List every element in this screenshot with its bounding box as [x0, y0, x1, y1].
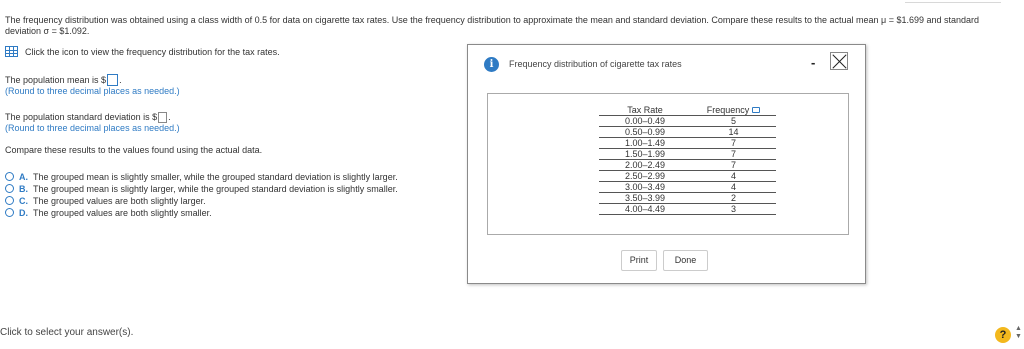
answer-choices: A. The grouped mean is slightly smaller,…: [5, 171, 398, 219]
top-divider: [905, 2, 1001, 3]
dialog-header: i Frequency distribution of cigarette ta…: [468, 45, 865, 81]
tax-rate-cell: 3.00–3.49: [599, 181, 691, 193]
mean-question: The population mean is $. (Round to thre…: [5, 74, 180, 97]
table-row: 2.50–2.99 4: [599, 170, 776, 182]
choice-b[interactable]: B. The grouped mean is slightly larger, …: [5, 183, 398, 194]
copy-icon[interactable]: [752, 107, 761, 113]
info-icon: i: [484, 57, 499, 72]
choice-letter: C.: [19, 195, 28, 206]
close-button[interactable]: [830, 52, 848, 70]
header-frequency: Frequency: [691, 105, 776, 116]
sd-question: The population standard deviation is $. …: [5, 112, 180, 134]
choice-text[interactable]: The grouped mean is slightly larger, whi…: [33, 184, 398, 194]
table-row: 3.00–3.49 4: [599, 181, 776, 193]
tax-rate-cell: 1.50–1.99: [599, 148, 691, 160]
status-text: Click to select your answer(s).: [0, 327, 134, 338]
choice-text[interactable]: The grouped values are both slightly sma…: [33, 208, 212, 218]
frequency-cell: 3: [691, 203, 776, 215]
choice-a[interactable]: A. The grouped mean is slightly smaller,…: [5, 171, 398, 182]
done-button[interactable]: Done: [663, 250, 708, 271]
frequency-cell: 7: [691, 137, 776, 149]
table-row: 1.50–1.99 7: [599, 148, 776, 160]
frequency-cell: 4: [691, 181, 776, 193]
choice-text[interactable]: The grouped values are both slightly lar…: [33, 196, 206, 206]
compare-prompt: Compare these results to the values foun…: [5, 145, 263, 155]
tax-rate-cell: 2.00–2.49: [599, 159, 691, 171]
tax-rate-cell: 1.00–1.49: [599, 137, 691, 149]
table-row: 0.50–0.99 14: [599, 126, 776, 138]
sd-suffix: .: [168, 112, 171, 122]
choice-text[interactable]: The grouped mean is slightly smaller, wh…: [33, 172, 398, 182]
table-header-row: Tax Rate Frequency: [599, 105, 776, 116]
frequency-table: Tax Rate Frequency 0.00–0.49 5 0.50–0.99 14…: [599, 105, 776, 215]
sd-answer-input[interactable]: [158, 112, 168, 123]
table-icon[interactable]: [5, 46, 18, 57]
view-distribution-link[interactable]: Click the icon to view the frequency dis…: [5, 46, 280, 57]
view-distribution-label[interactable]: Click the icon to view the frequency dis…: [25, 47, 280, 57]
help-icon[interactable]: ?: [995, 327, 1011, 343]
radio-button[interactable]: [5, 196, 14, 205]
frequency-cell: 2: [691, 192, 776, 204]
frequency-cell: 14: [691, 126, 776, 138]
sd-hint: (Round to three decimal places as needed…: [5, 123, 180, 133]
table-row: 4.00–4.49 3: [599, 203, 776, 215]
choice-c[interactable]: C. The grouped values are both slightly …: [5, 195, 398, 206]
mean-suffix: .: [119, 75, 122, 85]
table-panel: Tax Rate Frequency 0.00–0.49 5 0.50–0.99 14…: [487, 93, 849, 235]
minimize-button[interactable]: -: [811, 56, 821, 69]
sd-prefix: The population standard deviation is $: [5, 112, 158, 122]
frequency-cell: 7: [691, 159, 776, 171]
radio-button[interactable]: [5, 172, 14, 181]
choice-d[interactable]: D. The grouped values are both slightly …: [5, 207, 398, 218]
table-row: 3.50–3.99 2: [599, 192, 776, 204]
radio-button[interactable]: [5, 184, 14, 193]
table-row: 2.00–2.49 7: [599, 159, 776, 171]
radio-button[interactable]: [5, 208, 14, 217]
dialog-title: Frequency distribution of cigarette tax …: [509, 59, 682, 69]
frequency-cell: 5: [691, 115, 776, 127]
frequency-cell: 7: [691, 148, 776, 160]
mean-prefix: The population mean is $: [5, 75, 107, 85]
tax-rate-cell: 3.50–3.99: [599, 192, 691, 204]
frequency-distribution-dialog: i Frequency distribution of cigarette ta…: [467, 44, 866, 284]
question-text: The frequency distribution was obtained …: [5, 15, 980, 36]
tax-rate-cell: 0.00–0.49: [599, 115, 691, 127]
header-frequency-label: Frequency: [706, 105, 750, 115]
mean-answer-input[interactable]: [107, 74, 119, 86]
choice-letter: B.: [19, 183, 28, 194]
tax-rate-cell: 4.00–4.49: [599, 203, 691, 215]
table-row: 1.00–1.49 7: [599, 137, 776, 149]
mean-hint: (Round to three decimal places as needed…: [5, 86, 180, 96]
print-button[interactable]: Print: [621, 250, 657, 271]
frequency-cell: 4: [691, 170, 776, 182]
scroll-arrows-icon[interactable]: ▲ ▼: [1015, 325, 1022, 341]
choice-letter: A.: [19, 171, 28, 182]
table-row: 0.00–0.49 5: [599, 115, 776, 127]
choice-letter: D.: [19, 207, 28, 218]
tax-rate-cell: 2.50–2.99: [599, 170, 691, 182]
tax-rate-cell: 0.50–0.99: [599, 126, 691, 138]
header-tax-rate: Tax Rate: [599, 105, 691, 116]
